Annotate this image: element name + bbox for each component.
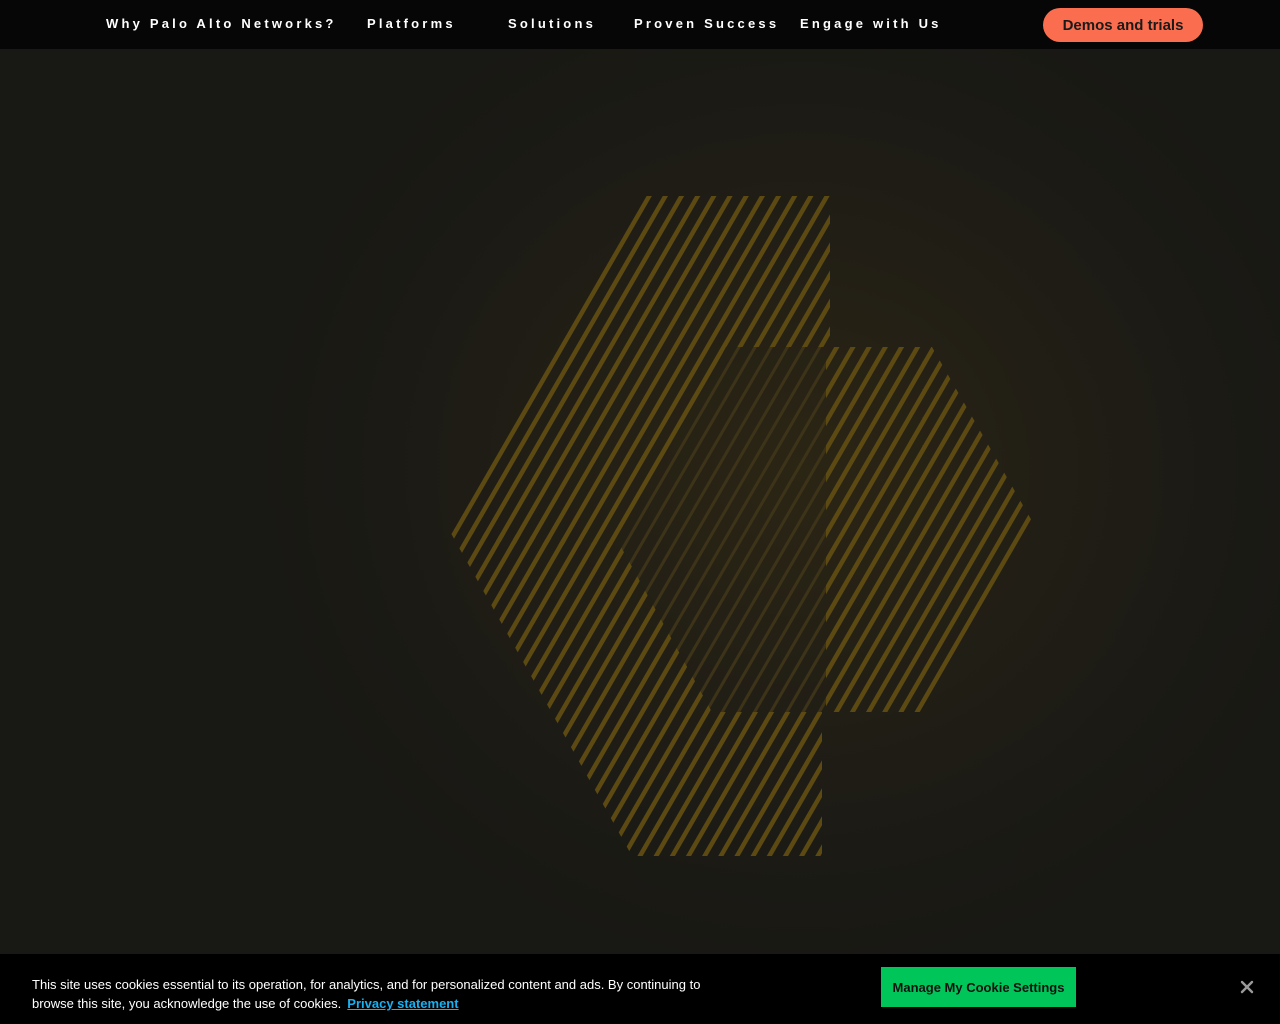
privacy-statement-link[interactable]: Privacy statement [347,996,458,1011]
close-icon[interactable] [1236,976,1258,998]
page: Why Palo Alto Networks? Platforms Soluti… [0,0,1280,1024]
nav-item-solutions[interactable]: Solutions [508,16,596,31]
nav-item-platforms[interactable]: Platforms [367,16,456,31]
cookie-banner: This site uses cookies essential to its … [0,954,1280,1024]
striped-hexagon-logo-icon [448,196,1036,856]
cookie-notice: This site uses cookies essential to its … [32,975,732,1013]
nav-item-why-palo-alto[interactable]: Why Palo Alto Networks? [106,16,337,31]
nav-item-proven-success[interactable]: Proven Success [634,16,779,31]
top-navigation: Why Palo Alto Networks? Platforms Soluti… [0,0,1280,49]
demos-and-trials-button[interactable]: Demos and trials [1043,8,1203,42]
nav-item-engage-with-us[interactable]: Engage with Us [800,16,942,31]
hero-graphic [0,49,1280,954]
manage-cookie-settings-button[interactable]: Manage My Cookie Settings [881,967,1076,1007]
